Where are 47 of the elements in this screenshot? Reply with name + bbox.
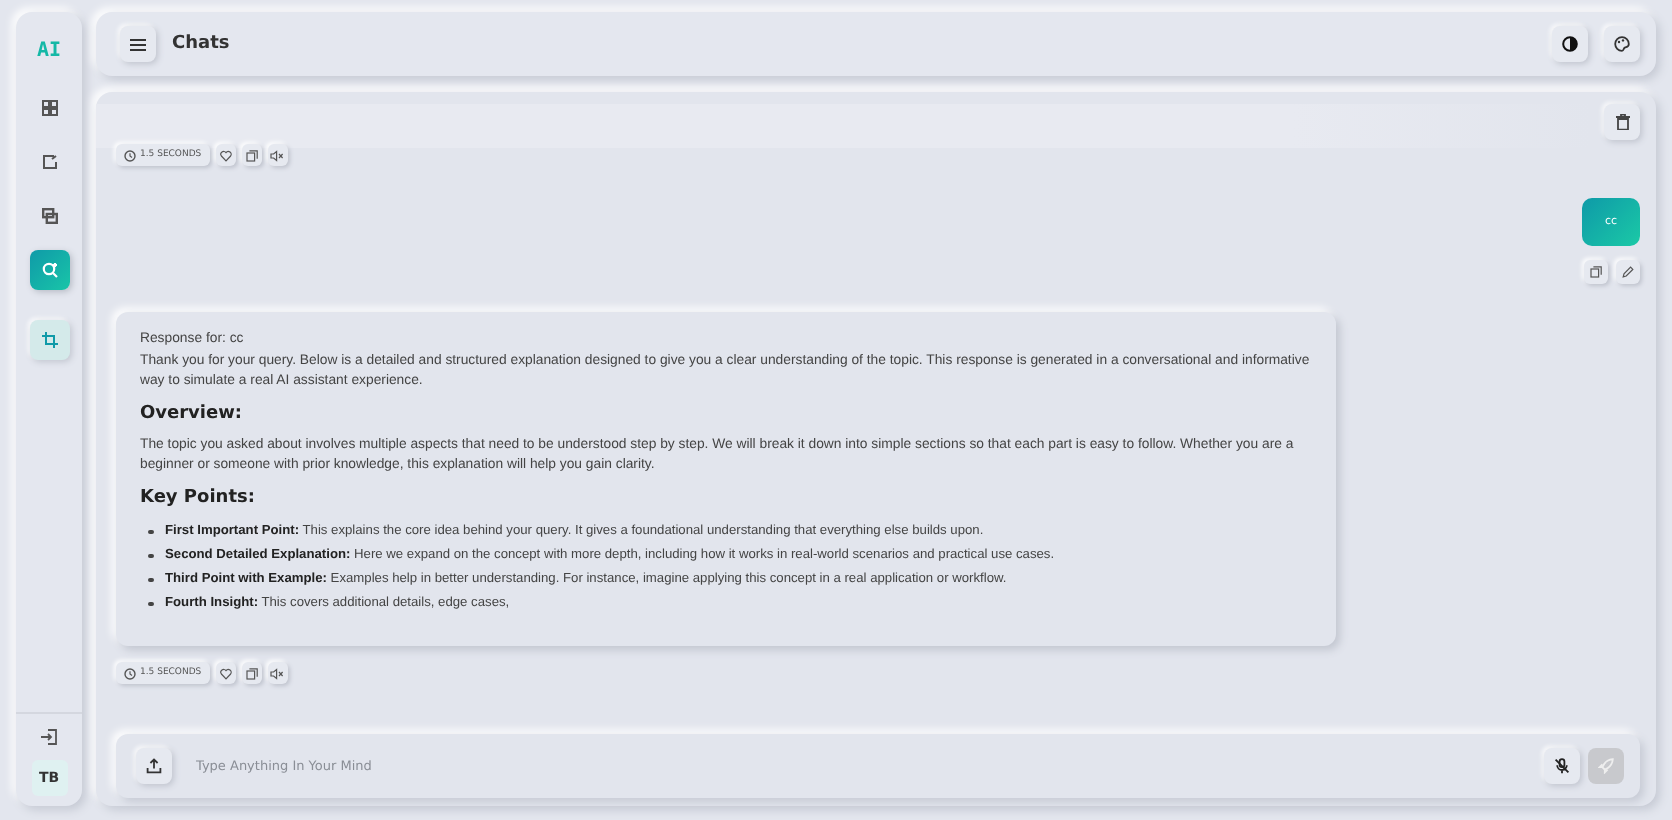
nav-button[interactable] <box>29 250 69 290</box>
page-title: Chats <box>172 34 230 54</box>
windows-icon <box>41 208 57 224</box>
contrast-icon <box>1562 36 1578 52</box>
copy-button[interactable] <box>241 144 262 166</box>
clock-icon <box>124 149 136 161</box>
copy-button[interactable] <box>241 662 262 684</box>
nav-button[interactable] <box>29 320 69 360</box>
clock-icon <box>124 667 136 679</box>
mic-button[interactable] <box>1544 748 1580 784</box>
square-arrow-icon <box>41 154 57 170</box>
rocket-icon <box>1598 758 1614 774</box>
upload-icon <box>146 758 162 774</box>
theme-button[interactable] <box>1552 26 1588 62</box>
speak-button[interactable] <box>267 144 288 166</box>
bullet-icon <box>148 529 153 535</box>
grid-icon <box>41 100 57 116</box>
section-heading: Key Points: <box>140 488 257 508</box>
like-button[interactable] <box>215 144 236 166</box>
speaker-icon <box>270 149 285 161</box>
clear-chat-button[interactable] <box>1604 104 1640 140</box>
upload-button[interactable] <box>136 748 172 784</box>
copy-button[interactable] <box>1584 260 1608 284</box>
bullet-icon <box>148 553 153 559</box>
speak-button[interactable] <box>267 662 288 684</box>
like-button[interactable] <box>215 662 236 684</box>
edit-button[interactable] <box>1616 260 1640 284</box>
login-icon[interactable] <box>40 728 58 746</box>
heart-icon <box>219 667 232 679</box>
palette-icon <box>1614 36 1630 52</box>
heart-icon <box>219 149 232 161</box>
trash-icon <box>1615 114 1629 130</box>
copy-icon <box>245 667 258 679</box>
palette-button[interactable] <box>1604 26 1640 62</box>
speaker-icon <box>270 667 285 679</box>
logo: AI <box>36 40 62 62</box>
menu-icon <box>130 37 146 51</box>
mic-off-icon <box>1554 758 1570 774</box>
search-icon <box>41 262 57 278</box>
crop-icon <box>41 332 57 348</box>
section-heading: Overview: <box>140 404 245 424</box>
pencil-icon <box>1622 266 1634 278</box>
copy-icon <box>245 149 258 161</box>
bullet-icon <box>148 601 153 607</box>
bullet-icon <box>148 577 153 583</box>
menu-button[interactable] <box>120 26 156 62</box>
copy-icon <box>1590 266 1602 278</box>
